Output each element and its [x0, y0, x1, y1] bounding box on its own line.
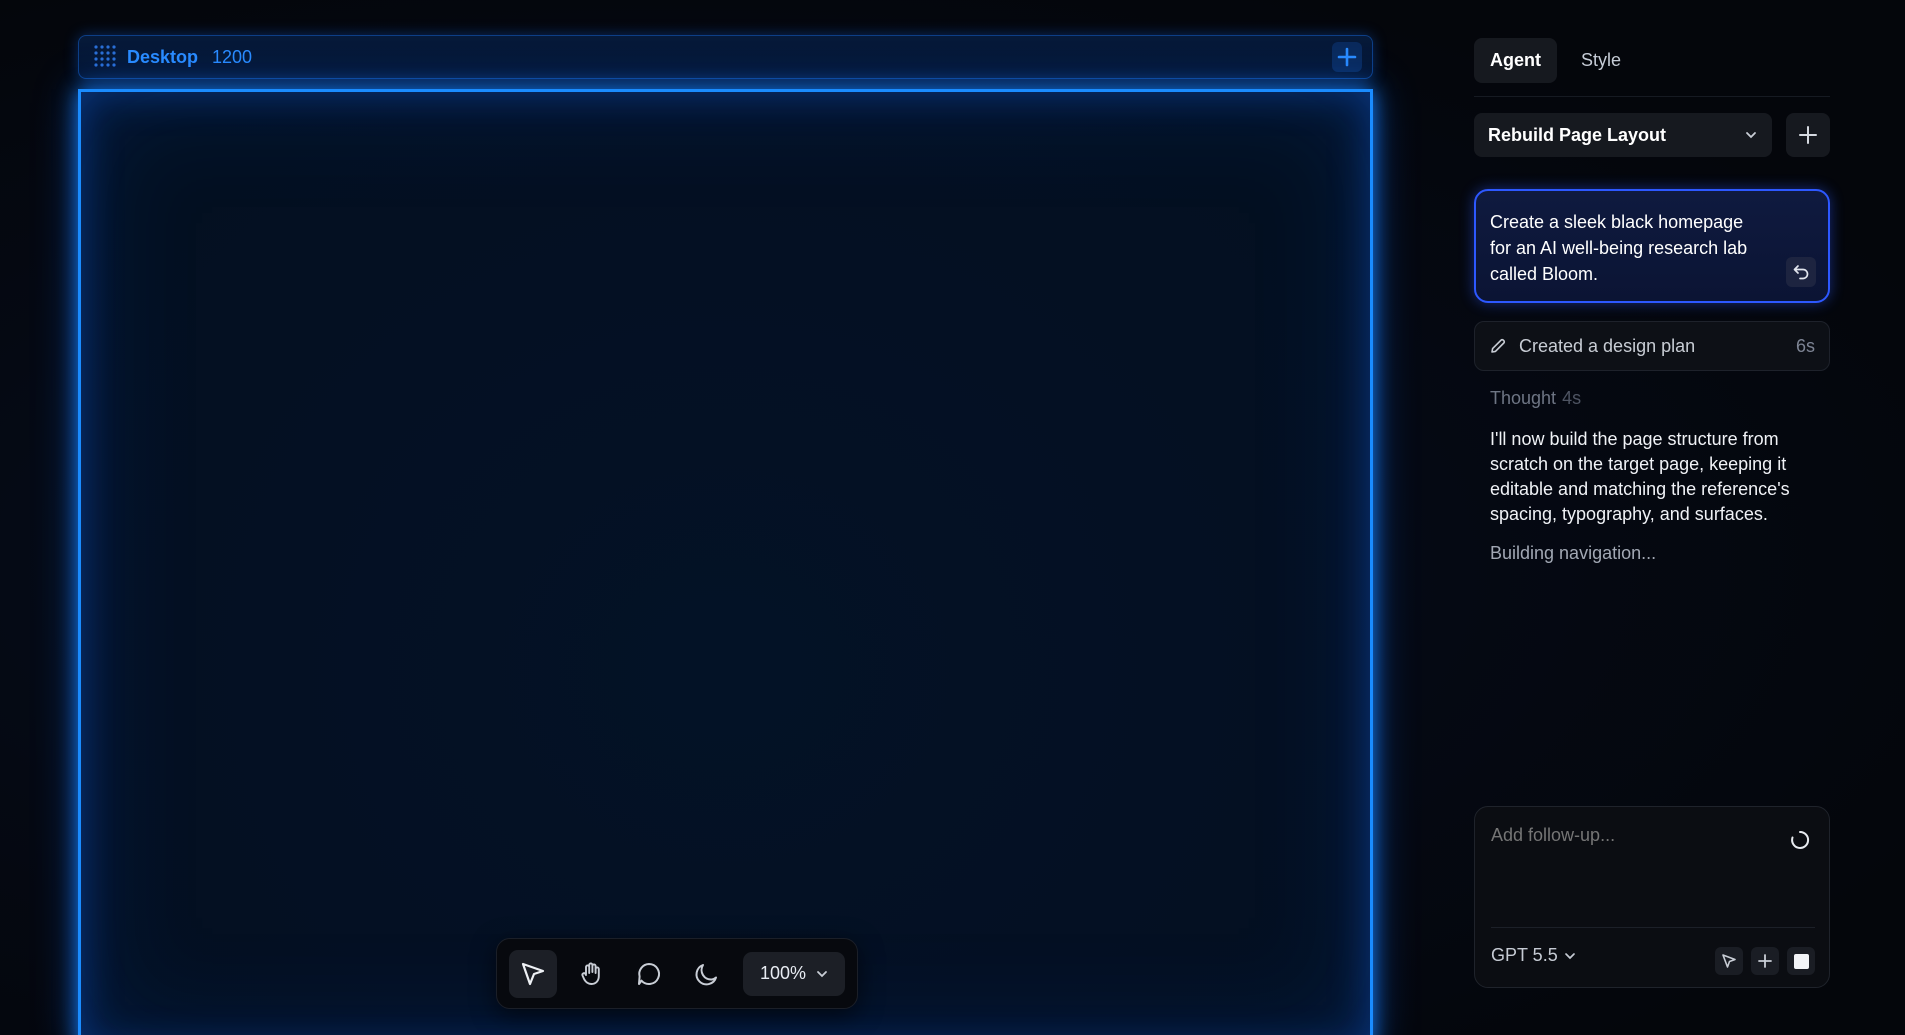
thought-text: I'll now build the page structure from s… [1490, 429, 1790, 524]
thought-time: 4s [1562, 388, 1582, 408]
hand-tool-button[interactable] [567, 950, 615, 998]
undo-icon [1793, 265, 1809, 280]
plan-row: Rebuild Page Layout [1474, 113, 1830, 157]
frame-name[interactable]: Desktop [127, 47, 198, 68]
new-plan-button[interactable] [1786, 113, 1830, 157]
tabs-divider [1474, 96, 1830, 97]
tab-style[interactable]: Style [1565, 38, 1637, 83]
plan-select-label: Rebuild Page Layout [1488, 124, 1667, 145]
step-label: Created a design plan [1519, 335, 1696, 356]
plan-select[interactable]: Rebuild Page Layout [1474, 113, 1772, 157]
loading-spinner-icon [1791, 830, 1810, 849]
moon-icon [695, 963, 717, 985]
plus-icon [1758, 954, 1772, 968]
frame-width[interactable]: 1200 [212, 47, 252, 68]
chevron-down-icon [1564, 952, 1575, 959]
canvas-frame[interactable] [78, 89, 1373, 1035]
canvas-toolbar: 100% [496, 938, 858, 1009]
status-text: Building navigation... [1490, 543, 1657, 563]
revert-button[interactable] [1786, 257, 1816, 287]
stop-button[interactable] [1787, 947, 1815, 975]
select-element-button[interactable] [1715, 947, 1743, 975]
zoom-value: 100% [759, 963, 807, 983]
model-label: GPT 5.5 [1491, 945, 1558, 965]
stop-icon [1793, 953, 1809, 969]
pointer-icon [521, 962, 545, 985]
plus-icon [1799, 126, 1817, 144]
step-time: 6s [1795, 335, 1815, 356]
attach-button[interactable] [1751, 947, 1779, 975]
thought-title: Thought [1490, 388, 1557, 408]
followup-box: GPT 5.5 [1474, 806, 1830, 988]
add-frame-button[interactable] [1332, 42, 1362, 72]
followup-actions [1715, 947, 1815, 975]
tab-agent[interactable]: Agent [1474, 37, 1557, 83]
chevron-down-icon [1744, 128, 1758, 142]
frame-grid-icon[interactable] [91, 42, 121, 72]
frame-header[interactable]: Desktop 1200 [78, 35, 1373, 79]
prompt-card: Create a sleek black homepage for an AI … [1474, 189, 1830, 303]
zoom-select[interactable]: 100% [743, 951, 845, 996]
comment-tool-button[interactable] [625, 950, 673, 998]
model-select[interactable]: GPT 5.5 [1491, 945, 1576, 966]
followup-input[interactable] [1491, 825, 1771, 846]
chevron-down-icon [817, 970, 827, 977]
pointer-icon [1722, 954, 1736, 968]
hand-icon [581, 962, 600, 985]
prompt-text: Create a sleek black homepage for an AI … [1490, 212, 1748, 284]
plus-icon [1337, 47, 1357, 67]
comment-icon [638, 962, 660, 985]
step-card[interactable]: Created a design plan 6s [1474, 321, 1830, 371]
pencil-icon [1491, 338, 1506, 353]
theme-toggle-button[interactable] [683, 950, 731, 998]
pointer-tool-button[interactable] [509, 949, 557, 998]
followup-divider [1491, 927, 1815, 928]
thought-label: Thought 4s [1490, 388, 1581, 409]
panel-tabs: Agent Style [1474, 37, 1830, 83]
